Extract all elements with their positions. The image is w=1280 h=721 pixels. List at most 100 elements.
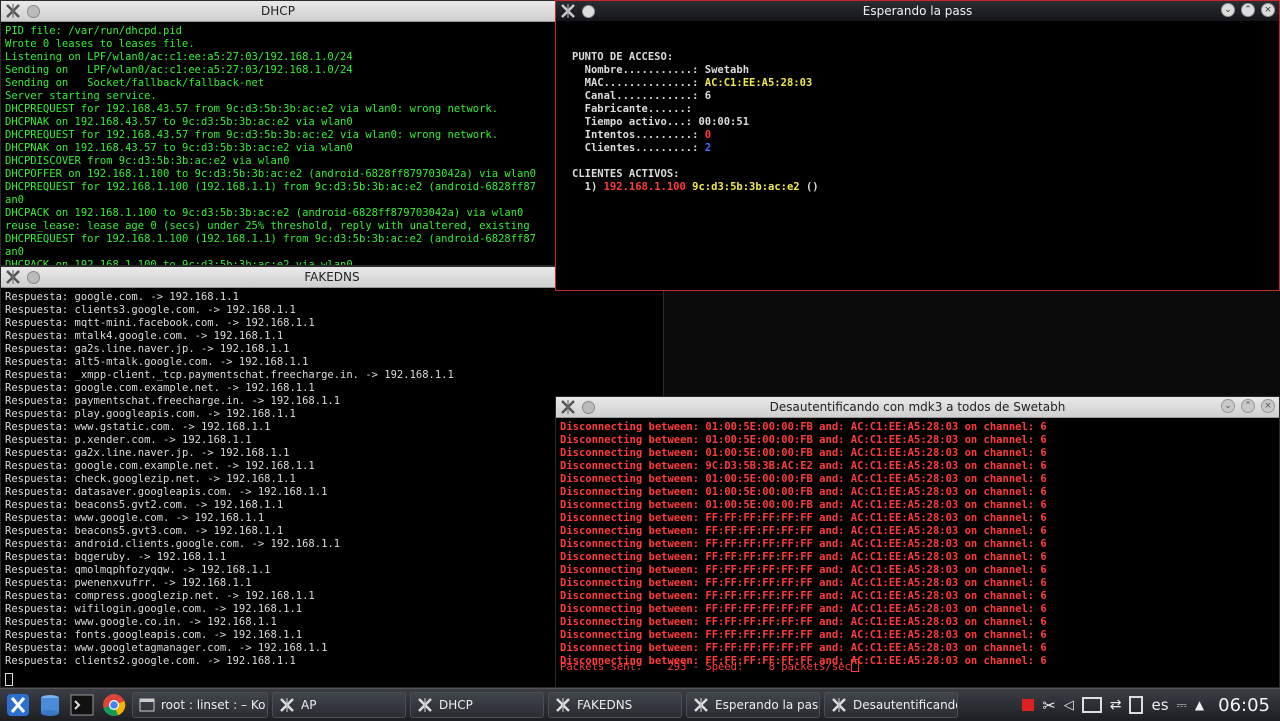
- terminal-line: DHCPREQUEST for 192.168.1.100 (192.168.1…: [5, 181, 537, 193]
- maximize-icon[interactable]: ⌃: [1241, 3, 1255, 17]
- ap-field-row: Clientes.........: 2: [572, 142, 711, 154]
- terminal-line: Disconnecting between: 01:00:5E:00:00:FB…: [560, 473, 1047, 485]
- taskbar-task-label: AP: [301, 698, 317, 712]
- ap-field-row: Intentos.........: 0: [572, 129, 711, 141]
- ap-field-value: AC:C1:EE:A5:28:03: [704, 77, 813, 89]
- pass-output: PUNTO DE ACCESO: Nombre...........: Swet…: [556, 22, 1279, 210]
- clock[interactable]: 06:05: [1218, 695, 1270, 716]
- clipboard-icon[interactable]: [1129, 696, 1144, 714]
- x-window-icon: [418, 698, 432, 712]
- terminal-line: DHCPOFFER on 192.168.1.100 to 9c:d3:5b:3…: [5, 168, 537, 180]
- ap-field-row: Nombre...........: Swetabh: [572, 64, 749, 76]
- deauth-output: Disconnecting between: 01:00:5E:00:00:FB…: [556, 418, 1279, 671]
- terminal-line: Sending on LPF/wlan0/ac:c1:ee:a5:27:03/1…: [5, 64, 353, 76]
- taskbar-task-1[interactable]: root : linset : – Ko: [132, 692, 268, 718]
- terminal-line: Disconnecting between: 01:00:5E:00:00:FB…: [560, 421, 1047, 433]
- terminal-window-icon: [139, 698, 155, 712]
- terminal-line: Server starting service.: [5, 90, 157, 102]
- taskbar-task-5[interactable]: Esperando la pas: [686, 692, 820, 718]
- terminal-line: Respuesta: google.com. -> 192.168.1.1: [5, 291, 239, 303]
- window-title: DHCP: [261, 4, 295, 18]
- window-title: Esperando la pass: [862, 4, 973, 18]
- terminal-line: an0: [5, 246, 24, 258]
- minimize-icon[interactable]: ⌄: [1221, 3, 1235, 17]
- ap-field-value: 0: [704, 129, 712, 141]
- language-indicator[interactable]: es: [1151, 696, 1168, 714]
- terminal-line: Disconnecting between: FF:FF:FF:FF:FF:FF…: [560, 616, 1047, 628]
- terminal-line: Sending on Socket/fallback/fallback-net: [5, 77, 265, 89]
- database-icon[interactable]: [36, 691, 64, 719]
- x-window-icon[interactable]: [5, 269, 21, 285]
- scissors-icon[interactable]: ✂: [1042, 696, 1055, 715]
- taskbar-task-3[interactable]: DHCP: [410, 692, 544, 718]
- ap-field-label: Nombre...........:: [572, 64, 705, 76]
- x-window-icon: [694, 698, 708, 712]
- terminal-line: DHCPACK on 192.168.1.100 to 9c:d3:5b:3b:…: [5, 259, 353, 266]
- deauth-window[interactable]: Desautentificando con mdk3 a todos de Sw…: [555, 396, 1280, 688]
- terminal-line: Wrote 0 leases to leases file.: [5, 38, 195, 50]
- x-window-icon[interactable]: [5, 3, 21, 19]
- network-warning-icon[interactable]: ⎓: [1177, 698, 1187, 713]
- terminal-line: DHCPNAK on 192.168.43.57 to 9c:d3:5b:3b:…: [5, 142, 353, 154]
- terminal-line: Disconnecting between: FF:FF:FF:FF:FF:FF…: [560, 538, 1047, 550]
- terminal-line: Disconnecting between: 01:00:5E:00:00:FB…: [560, 434, 1047, 446]
- ap-field-value: 00:00:51: [698, 116, 750, 128]
- window-title: Desautentificando con mdk3 a todos de Sw…: [769, 400, 1066, 414]
- terminal-line: Disconnecting between: 01:00:5E:00:00:FB…: [560, 486, 1047, 498]
- dhcp-window[interactable]: DHCP PID file: /var/run/dhcpd.pid Wrote 0…: [0, 0, 556, 266]
- ap-field-label: Clientes.........:: [572, 142, 705, 154]
- access-point-fields: Nombre...........: Swetabh MAC..........…: [572, 64, 813, 154]
- volume-icon[interactable]: ◁: [1064, 698, 1074, 713]
- terminal-line: DHCPDISCOVER from 9c:d3:5b:3b:ac:e2 via …: [5, 155, 290, 167]
- terminal-line: Disconnecting between: FF:FF:FF:FF:FF:FF…: [560, 590, 1047, 602]
- taskbar-task-2[interactable]: AP: [272, 692, 406, 718]
- terminal-line: Disconnecting between: FF:FF:FF:FF:FF:FF…: [560, 512, 1047, 524]
- terminal-line: DHCPNAK on 192.168.43.57 to 9c:d3:5b:3b:…: [5, 116, 353, 128]
- active-clients-heading: CLIENTES ACTIVOS:: [572, 168, 680, 180]
- taskbar: root : linset : – Ko AP DHCP FAKEDNS Esperan…: [0, 688, 1280, 721]
- window-menu-icon[interactable]: [582, 400, 595, 414]
- x-window-icon[interactable]: [560, 3, 576, 19]
- pass-titlebar[interactable]: Esperando la pass ⌄ ⌃ ×: [556, 1, 1279, 22]
- taskbar-task-6[interactable]: Desautentificando: [824, 692, 958, 718]
- ap-field-row: MAC..............: AC:C1:EE:A5:28:03: [572, 77, 813, 89]
- ap-field-label: Tiempo activo...:: [572, 116, 699, 128]
- window-menu-icon[interactable]: [27, 4, 40, 18]
- minimize-icon[interactable]: ⌄: [1221, 399, 1235, 413]
- display-icon[interactable]: [1081, 697, 1102, 713]
- terminal-line: Respuesta: mtalk4.google.com. -> 192.168…: [5, 330, 284, 342]
- record-stop-icon[interactable]: [1022, 699, 1035, 711]
- terminal-line: Disconnecting between: FF:FF:FF:FF:FF:FF…: [560, 551, 1047, 563]
- x-window-icon: [280, 698, 294, 712]
- taskbar-task-4[interactable]: FAKEDNS: [548, 692, 682, 718]
- x-window-icon: [832, 698, 846, 712]
- deauth-titlebar[interactable]: Desautentificando con mdk3 a todos de Sw…: [556, 397, 1279, 418]
- client-name: (): [805, 181, 819, 193]
- x-window-icon[interactable]: [560, 399, 576, 415]
- window-menu-icon[interactable]: [582, 4, 595, 18]
- ap-field-label: Fabricante......:: [572, 103, 699, 115]
- ap-field-label: Intentos.........:: [572, 129, 705, 141]
- terminal-line: Respuesta: google.com.example.net. -> 19…: [5, 382, 315, 394]
- close-icon[interactable]: ×: [1261, 3, 1275, 17]
- show-hidden-icons[interactable]: ▲: [1195, 698, 1204, 712]
- client-ip: 192.168.1.100: [603, 181, 686, 193]
- terminal-icon[interactable]: [68, 691, 96, 719]
- ap-field-label: Canal............:: [572, 90, 705, 102]
- terminal-line: Disconnecting between: FF:FF:FF:FF:FF:FF…: [560, 629, 1047, 641]
- maximize-icon[interactable]: ⌃: [1241, 399, 1255, 413]
- pass-window[interactable]: Esperando la pass ⌄ ⌃ × PUNTO DE ACCESO:…: [555, 0, 1280, 291]
- dhcp-titlebar[interactable]: DHCP: [1, 1, 555, 22]
- taskbar-task-label: FAKEDNS: [577, 698, 633, 712]
- chrome-icon[interactable]: [100, 691, 128, 719]
- close-icon[interactable]: ×: [1261, 399, 1275, 413]
- terminal-line: Respuesta: clients3.google.com. -> 192.1…: [5, 304, 296, 316]
- terminal-line: Respuesta: mqtt-mini.facebook.com. -> 19…: [5, 317, 315, 329]
- deauth-status: Packets sent: 293 - Speed: 8 packets/sec: [556, 659, 863, 677]
- window-menu-icon[interactable]: [27, 270, 40, 284]
- terminal-line: reuse_lease: lease age 0 (secs) under 25…: [5, 220, 530, 232]
- taskbar-task-label: root : linset : – Ko: [161, 698, 266, 712]
- usb-icon[interactable]: ⇄: [1110, 697, 1122, 713]
- app-launcher-icon[interactable]: [4, 691, 32, 719]
- task-list: root : linset : – Ko AP DHCP FAKEDNS Esperan…: [128, 692, 958, 718]
